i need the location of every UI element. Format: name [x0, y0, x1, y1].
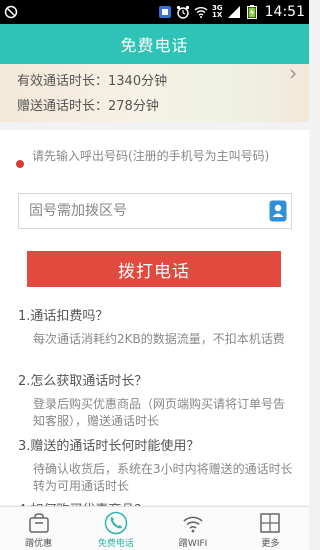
shopping-bag-icon — [27, 511, 51, 535]
wifi-icon — [194, 5, 208, 19]
alarm-clock-icon — [176, 5, 190, 19]
gift-minutes-label: 赠送通话时长：278分钟 — [17, 99, 159, 114]
network-type: 3G 1X — [212, 5, 223, 19]
status-bar: 3G 1X 14:51 — [0, 0, 309, 24]
faq-answer-2: 登录后购买优惠商品（网页端购买请将订单号告知客服），赠送通话时长 — [33, 397, 286, 428]
make-call-button[interactable]: 拨打电话 — [27, 251, 281, 287]
status-time: 14:51 — [264, 4, 305, 20]
wifi-icon — [181, 511, 205, 535]
no-sim-icon — [4, 5, 18, 19]
battery-charging-icon — [245, 5, 259, 19]
faq-answer-3: 待确认收货后，系统在3小时内将赠送的通话时长转为可用通话时长 — [33, 462, 293, 493]
caller-hint: 请先输入呼出号码(注册的手机号为主叫号码) — [16, 148, 298, 168]
chevron-right-icon — [289, 68, 297, 84]
minutes-banner[interactable]: 有效通话时长：1340分钟 赠送通话时长：278分钟 — [0, 64, 309, 122]
app-header: 免费电话 — [0, 24, 309, 64]
phone-icon — [104, 511, 128, 535]
network-label-2: 1X — [212, 11, 223, 19]
phone-number-field[interactable] — [18, 193, 292, 229]
faq-answer-1: 每次通话消耗约2KB的数据流量，不扣本机话费 — [33, 332, 285, 346]
tab-wifi-label: 蹭WIFI — [178, 539, 208, 549]
faq-question-1[interactable]: 1.通话扣费吗？ — [18, 305, 108, 324]
phone-number-input[interactable] — [29, 203, 268, 219]
valid-minutes-label: 有效通话时长：1340分钟 — [17, 74, 168, 89]
tab-free-call-label: 免费电话 — [97, 539, 134, 549]
tab-wifi[interactable]: 蹭WIFI — [155, 507, 232, 550]
contacts-icon[interactable] — [268, 200, 288, 222]
tab-free-call[interactable]: 免费电话 — [77, 507, 154, 550]
page-title: 免费电话 — [120, 36, 189, 55]
bottom-tab-bar: 蹭优惠 免费电话 蹭WIFI 更多 — [0, 506, 309, 550]
app-notification-icon — [158, 5, 172, 19]
tab-deals[interactable]: 蹭优惠 — [0, 507, 77, 550]
tab-deals-label: 蹭优惠 — [25, 539, 53, 549]
hint-dot-icon — [16, 160, 24, 168]
grid-more-icon — [258, 511, 282, 535]
faq-question-3[interactable]: 3.赠送的通话时长何时能使用？ — [18, 435, 199, 454]
tab-more[interactable]: 更多 — [232, 507, 309, 550]
signal-icon — [227, 5, 241, 19]
caller-hint-text: 请先输入呼出号码(注册的手机号为主叫号码) — [32, 149, 270, 163]
faq-question-2[interactable]: 2.怎么获取通话时长？ — [18, 370, 147, 389]
tab-more-label: 更多 — [261, 539, 280, 549]
